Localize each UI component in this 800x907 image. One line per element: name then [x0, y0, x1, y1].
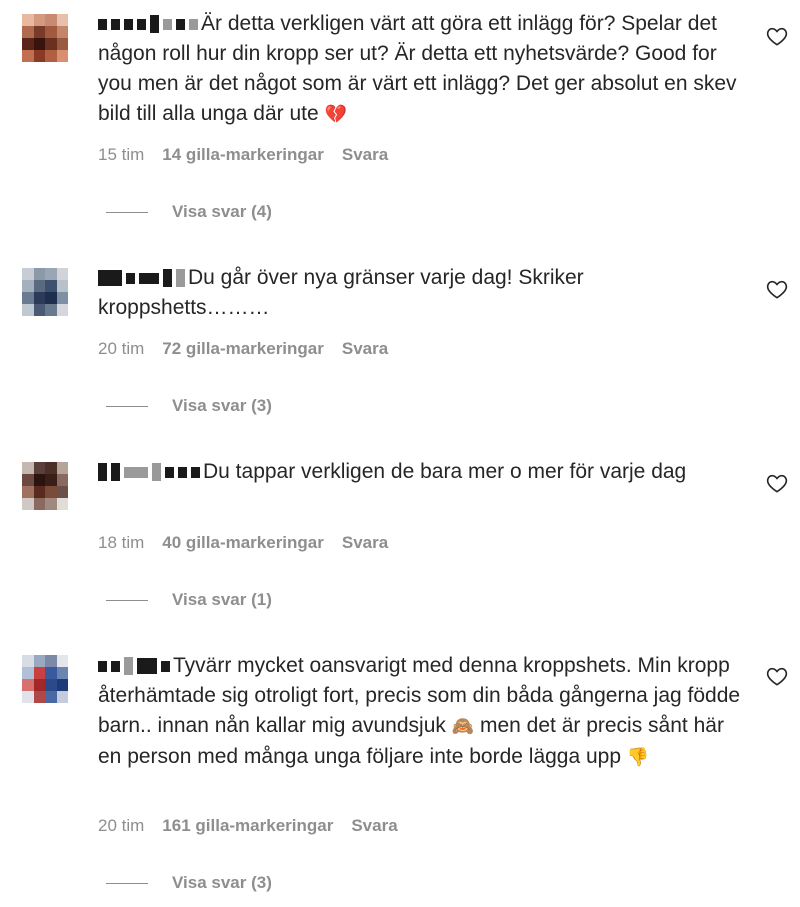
username-redacted[interactable] — [98, 14, 198, 34]
heart-icon[interactable] — [766, 279, 788, 299]
likes-count[interactable]: 14 gilla-markeringar — [162, 145, 324, 165]
broken-heart-emoji: 💔 — [324, 104, 347, 125]
username-redacted[interactable] — [98, 656, 170, 676]
likes-count[interactable]: 40 gilla-markeringar — [162, 533, 324, 553]
username-redacted[interactable] — [98, 268, 185, 288]
view-replies-label: Visa svar (4) — [172, 202, 272, 221]
heart-icon[interactable] — [766, 473, 788, 493]
avatar[interactable] — [22, 462, 68, 510]
comment-text: Är detta verkligen värt att göra ett inl… — [98, 9, 748, 130]
avatar[interactable] — [22, 655, 68, 703]
likes-count[interactable]: 161 gilla-markeringar — [162, 816, 333, 836]
username-redacted[interactable] — [98, 462, 200, 482]
divider-line — [106, 211, 148, 213]
view-replies-label: Visa svar (3) — [172, 396, 272, 415]
comment-text: Du tappar verkligen de bara mer o mer fö… — [98, 457, 748, 487]
comment-meta: 20 tim 161 gilla-markeringar Svara — [98, 816, 398, 836]
timestamp: 20 tim — [98, 339, 145, 358]
divider-line — [106, 405, 148, 407]
reply-button[interactable]: Svara — [342, 339, 388, 359]
avatar[interactable] — [22, 14, 68, 62]
view-replies-label: Visa svar (3) — [172, 873, 272, 892]
heart-icon[interactable] — [766, 26, 788, 46]
thumbs-down-emoji: 👎 — [626, 747, 650, 768]
comment-text: Tyvärr mycket oansvarigt med denna kropp… — [98, 651, 748, 773]
see-no-evil-monkey-emoji: 🙈 — [451, 716, 475, 737]
divider-line — [106, 882, 148, 884]
likes-count[interactable]: 72 gilla-markeringar — [162, 339, 324, 359]
reply-button[interactable]: Svara — [342, 533, 388, 553]
view-replies-button[interactable]: Visa svar (4) — [106, 202, 272, 222]
heart-icon[interactable] — [766, 666, 788, 686]
view-replies-button[interactable]: Visa svar (3) — [106, 873, 272, 893]
timestamp: 18 tim — [98, 533, 145, 552]
comment-meta: 15 tim 14 gilla-markeringar Svara — [98, 145, 388, 165]
comment-body: Du tappar verkligen de bara mer o mer fö… — [203, 460, 687, 483]
timestamp: 15 tim — [98, 145, 145, 164]
comment-text: Du går över nya gränser varje dag! Skrik… — [98, 263, 748, 323]
comment-meta: 18 tim 40 gilla-markeringar Svara — [98, 533, 388, 553]
view-replies-button[interactable]: Visa svar (1) — [106, 590, 272, 610]
reply-button[interactable]: Svara — [342, 145, 388, 165]
view-replies-button[interactable]: Visa svar (3) — [106, 396, 272, 416]
comment-meta: 20 tim 72 gilla-markeringar Svara — [98, 339, 388, 359]
timestamp: 20 tim — [98, 816, 145, 835]
reply-button[interactable]: Svara — [351, 816, 397, 836]
view-replies-label: Visa svar (1) — [172, 590, 272, 609]
divider-line — [106, 599, 148, 601]
avatar[interactable] — [22, 268, 68, 316]
